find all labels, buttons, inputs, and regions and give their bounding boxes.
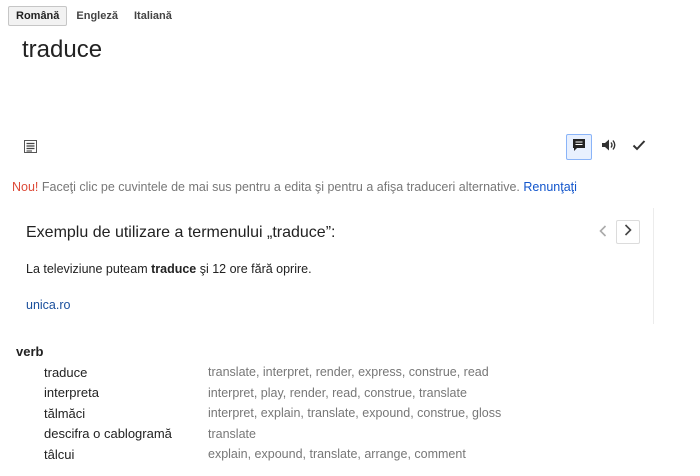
dictionary-translations: interpret, play, render, read, construe,…	[208, 385, 467, 400]
dictionary-word[interactable]: tâlcui	[44, 447, 208, 462]
dictionary-row: tâlcui explain, expound, translate, arra…	[44, 444, 501, 465]
verify-button[interactable]	[626, 134, 652, 160]
tab-italiana[interactable]: Italiană	[127, 7, 179, 25]
checkmark-icon	[631, 137, 647, 158]
dictionary-row: traduce translate, interpret, render, ex…	[44, 362, 501, 383]
dictionary-translations: interpret, explain, translate, expound, …	[208, 406, 502, 421]
output-toolbar	[566, 134, 656, 160]
dictionary-translations: translate, interpret, render, express, c…	[208, 365, 489, 380]
chat-bubble-button[interactable]	[566, 134, 592, 160]
next-example-button[interactable]	[616, 220, 640, 244]
sentence-part: şi 12 ore fără oprire.	[196, 262, 312, 276]
previous-example-button[interactable]	[592, 222, 614, 244]
example-source-link[interactable]: unica.ro	[26, 298, 70, 312]
dictionary-table: traduce translate, interpret, render, ex…	[44, 362, 501, 465]
dictionary-translations: translate	[208, 426, 256, 441]
chevron-left-icon	[598, 224, 608, 243]
source-text[interactable]: traduce	[22, 36, 102, 64]
dismiss-link[interactable]: Renunţaţi	[523, 180, 577, 194]
highlighted-term: traduce	[151, 262, 197, 276]
dictionary-row: interpreta interpret, play, render, read…	[44, 383, 501, 404]
tab-romana[interactable]: Română	[8, 6, 68, 26]
dictionary-word[interactable]: descifra o cablogramă	[44, 426, 208, 441]
dictionary-word[interactable]: interpreta	[44, 385, 208, 400]
usage-example-card: Exemplu de utilizare a termenului „tradu…	[12, 208, 654, 324]
document-icon[interactable]	[23, 139, 39, 155]
part-of-speech-label: verb	[16, 344, 44, 359]
speaker-icon	[600, 137, 618, 158]
example-sentence: La televiziune puteam traduce şi 12 ore …	[26, 262, 312, 276]
chat-bubble-icon	[571, 137, 587, 158]
dictionary-word[interactable]: tălmăci	[44, 406, 208, 421]
notice-message: Faceţi clic pe cuvintele de mai sus pent…	[38, 180, 524, 194]
sentence-part: La televiziune puteam	[26, 262, 152, 276]
dictionary-row: tălmăci interpret, explain, translate, e…	[44, 403, 501, 424]
language-tabs: Română Engleză Italiană	[8, 6, 181, 26]
example-title: Exemplu de utilizare a termenului „tradu…	[26, 224, 336, 241]
listen-button[interactable]	[596, 134, 622, 160]
chevron-right-icon	[623, 223, 633, 242]
edit-notice: Nou! Faceţi clic pe cuvintele de mai sus…	[12, 180, 577, 194]
dictionary-row: descifra o cablogramă translate	[44, 424, 501, 445]
dictionary-translations: explain, expound, translate, arrange, co…	[208, 447, 466, 462]
new-label: Nou!	[12, 180, 39, 194]
dictionary-word[interactable]: traduce	[44, 365, 208, 380]
tab-engleza[interactable]: Engleză	[69, 7, 125, 25]
